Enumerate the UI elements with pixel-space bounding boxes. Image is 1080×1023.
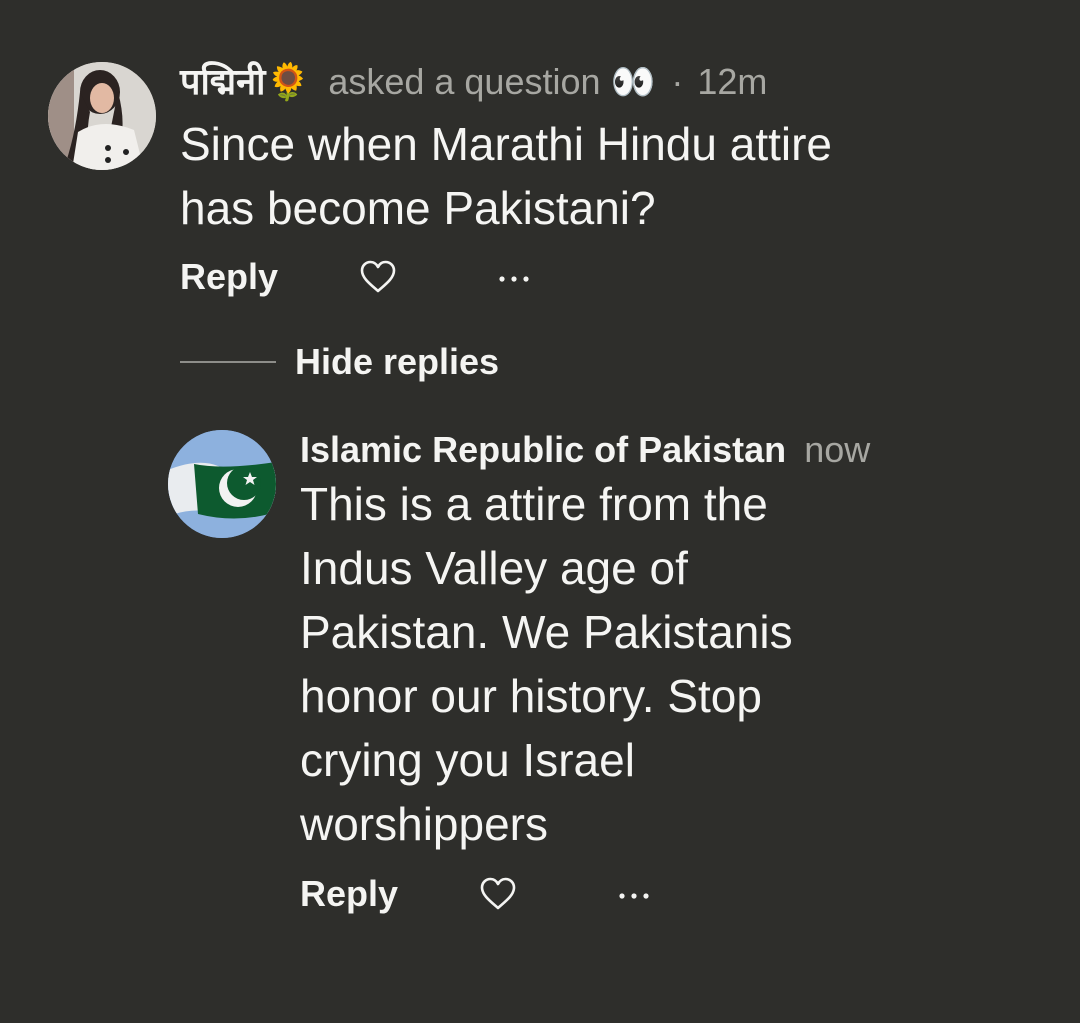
- reply-button[interactable]: Reply: [180, 255, 278, 299]
- separator: ·: [671, 61, 684, 102]
- ellipsis-icon[interactable]: [616, 876, 656, 912]
- comment-actions: Reply: [180, 255, 580, 299]
- avatar[interactable]: [48, 62, 156, 170]
- thread-divider-line: [180, 361, 276, 363]
- reply-button[interactable]: Reply: [300, 872, 398, 916]
- ellipsis-icon[interactable]: [496, 259, 536, 295]
- avatar[interactable]: [168, 430, 276, 538]
- comment-text: Since when Marathi Hindu attire has beco…: [180, 118, 832, 234]
- timestamp: now: [804, 429, 871, 470]
- username[interactable]: Islamic Republic of Pakistan: [300, 429, 786, 470]
- reply-header: Islamic Republic of Pakistan now: [300, 428, 870, 472]
- heart-outline-icon[interactable]: [358, 259, 398, 295]
- heart-outline-icon[interactable]: [478, 876, 518, 912]
- reply-actions: Reply: [300, 872, 700, 916]
- comment: पद्मिनी🌻 asked a question 👀 · 12m Since …: [0, 0, 1080, 320]
- reply-comment: Islamic Republic of Pakistan now This is…: [0, 420, 1080, 940]
- action-text: asked a question 👀: [328, 61, 656, 102]
- user-photo-avatar-image: [48, 62, 156, 170]
- username[interactable]: पद्मिनी🌻: [180, 61, 310, 102]
- reply-text: This is a attire from the Indus Valley a…: [300, 478, 793, 850]
- timestamp: 12m: [697, 61, 768, 102]
- hide-replies-label[interactable]: Hide replies: [295, 340, 499, 384]
- comment-header: पद्मिनी🌻 asked a question 👀 · 12m: [180, 60, 767, 104]
- pakistan-flag-avatar-image: [168, 430, 276, 538]
